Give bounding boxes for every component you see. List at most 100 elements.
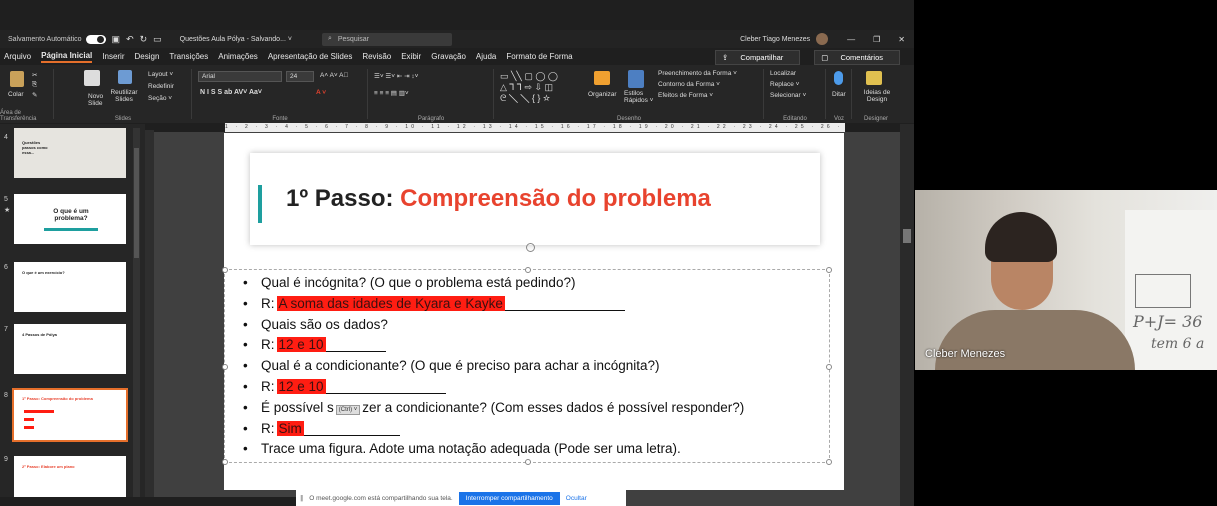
reutilizar-button[interactable]: Reutilizar Slides — [110, 89, 138, 103]
group-label-font: Fonte — [272, 116, 288, 122]
resize-handle[interactable] — [826, 267, 832, 273]
colar-label[interactable]: Colar — [8, 91, 24, 98]
menu-gravacao[interactable]: Gravação — [431, 52, 466, 61]
novo-slide-button[interactable]: Novo Slide — [88, 93, 110, 107]
replace-button[interactable]: Replace ˅ — [770, 81, 799, 88]
format-painter-icon[interactable]: ✎ — [32, 91, 37, 99]
preenchimento-button[interactable]: Preenchimento da Forma ˅ — [658, 70, 737, 77]
slide-title[interactable]: 1º Passo: Compreensão do problema — [286, 185, 711, 213]
resize-handle[interactable] — [525, 459, 531, 465]
shapes-gallery-icon[interactable]: ▭ ╲╲ ▢ ◯ ◯ △ ⅂ ⅂ ⇨ ⇩ ◫ ᘓ ╲ ╲ { } ☆ — [500, 71, 558, 104]
organizar-button[interactable]: Organizar — [588, 91, 617, 98]
paste-options-button[interactable]: (Ctrl) ˅ — [335, 405, 361, 415]
menu-inserir[interactable]: Inserir — [102, 52, 124, 61]
estilos-button[interactable]: Estilos Rápidos ˅ — [624, 90, 656, 104]
menu-ajuda[interactable]: Ajuda — [476, 52, 496, 61]
menu-transicoes[interactable]: Transições — [169, 52, 208, 61]
redo-icon[interactable]: ↻ — [140, 34, 148, 45]
share-icon: ⇪ — [721, 53, 731, 62]
bullets-icon[interactable]: ☰˅ ☰˅ ⇤ ⇥ ↕˅ — [374, 72, 418, 80]
grow-font-icon[interactable]: A˄ A˅ A⃥ — [320, 72, 348, 79]
ideias-design-button[interactable]: Ideias de Design — [860, 89, 894, 103]
thumbnail-slide-4[interactable]: Questões passos como essa... — [14, 128, 126, 178]
user-avatar[interactable] — [816, 33, 829, 45]
cut-icon[interactable]: ✂ — [32, 71, 37, 79]
selected-text-box[interactable]: • Qual é incógnita? (O que o problema est… — [222, 267, 832, 465]
font-name-select[interactable]: Arial — [198, 71, 282, 82]
resize-handle[interactable] — [222, 364, 228, 370]
slide[interactable]: 1º Passo: Compreensão do problema • Qual … — [222, 133, 844, 490]
answer-highlight: A soma das idades de Kyara e Kayke — [276, 296, 505, 311]
menu-apresentacao[interactable]: Apresentação de Slides — [268, 52, 353, 61]
quick-styles-icon[interactable] — [628, 70, 644, 88]
minimize-button[interactable]: — — [847, 35, 855, 44]
menu-revisao[interactable]: Revisão — [362, 52, 391, 61]
search-box[interactable]: ⌕ Pesquisar — [321, 32, 452, 46]
selecionar-button[interactable]: Selecionar ˅ — [770, 92, 806, 99]
maximize-button[interactable]: ❐ — [873, 35, 880, 44]
font-format-icons[interactable]: N I S S ab AV˅ Aa˅ — [200, 89, 262, 96]
reuse-slides-icon[interactable] — [118, 70, 132, 84]
thumb-text: O que é um exercício? — [22, 270, 65, 275]
vertical-ruler — [145, 130, 154, 500]
thumb-number: 4 — [4, 134, 8, 141]
close-button[interactable]: ✕ — [898, 35, 905, 44]
localizar-button[interactable]: Localizar — [770, 70, 796, 77]
efeitos-button[interactable]: Efeitos de Forma ˅ — [658, 92, 713, 99]
whiteboard-text: P+J= 36 — [1133, 312, 1203, 331]
bullet-item: • R: Sim — [243, 418, 400, 436]
undo-icon[interactable]: ↶ — [126, 34, 134, 45]
group-label-slides: Slides — [114, 116, 132, 122]
thumbnail-scrollbar[interactable] — [133, 128, 140, 498]
stop-sharing-button[interactable]: Interromper compartilhamento — [458, 491, 560, 505]
menu-arquivo[interactable]: Arquivo — [4, 52, 31, 61]
ditar-button[interactable]: Ditar — [832, 91, 846, 98]
microphone-icon[interactable] — [834, 71, 843, 85]
answer-highlight: Sim — [276, 421, 304, 436]
present-icon[interactable]: ▭ — [153, 34, 162, 45]
comments-button[interactable]: ▢ Comentários — [814, 50, 900, 65]
search-placeholder: Pesquisar — [337, 35, 369, 43]
slide-scrollbar[interactable] — [900, 124, 914, 506]
thumbnail-slide-8-selected[interactable]: 1º Passo: Compreensão do problema — [12, 388, 128, 442]
new-slide-icon[interactable] — [84, 70, 100, 86]
hide-button[interactable]: Ocultar — [566, 495, 587, 502]
user-name[interactable]: Cleber Tiago Menezes — [740, 36, 810, 43]
thumbnail-slide-6[interactable]: O que é um exercício? — [14, 262, 126, 312]
menu-exibir[interactable]: Exibir — [401, 52, 421, 61]
resize-handle[interactable] — [826, 364, 832, 370]
redefinir-button[interactable]: Redefinir — [148, 83, 174, 90]
font-size-select[interactable]: 24 — [286, 71, 314, 82]
group-voice: Ditar Voz — [826, 65, 852, 123]
layout-button[interactable]: Layout ˅ — [148, 71, 173, 78]
autosave-toggle[interactable] — [85, 34, 106, 44]
copy-icon[interactable]: ⎘ — [32, 81, 37, 89]
thumbnail-slide-7[interactable]: 4 Passos de Pólya — [14, 324, 126, 374]
save-icon[interactable]: ▣ — [112, 34, 121, 45]
resize-handle[interactable] — [222, 459, 228, 465]
paste-icon[interactable] — [10, 71, 24, 87]
design-ideas-icon[interactable] — [866, 71, 882, 85]
secao-button[interactable]: Seção ˅ — [148, 95, 172, 102]
thumb-number: 8 — [4, 392, 8, 399]
font-color-icon[interactable]: A ˅ — [316, 89, 326, 96]
menu-pagina-inicial[interactable]: Página Inicial — [41, 51, 93, 63]
group-slides: Novo Slide Reutilizar Slides Layout ˅ Re… — [54, 65, 192, 123]
thumbnail-slide-5[interactable]: O que é um problema? — [14, 194, 126, 244]
resize-handle[interactable] — [826, 459, 832, 465]
group-label-voice: Voz — [833, 116, 844, 122]
resize-handle[interactable] — [222, 267, 228, 273]
arrange-icon[interactable] — [594, 71, 610, 85]
rotate-handle[interactable] — [526, 243, 535, 252]
group-clipboard: Colar ✂ ⎘ ✎ Área de Transferência — [0, 65, 54, 123]
contorno-button[interactable]: Contorno da Forma ˅ — [658, 81, 720, 88]
bullet-item: • R: 12 e 10 — [243, 376, 446, 394]
menu-animacoes[interactable]: Animações — [218, 52, 258, 61]
share-button[interactable]: ⇪ Compartilhar — [714, 50, 801, 65]
align-icons[interactable]: ≡ ≡ ≡ ▤ ▥˅ — [374, 89, 409, 97]
menu-formato-forma[interactable]: Formato de Forma — [506, 52, 572, 61]
thumb-number: 6 — [4, 264, 8, 271]
document-title[interactable]: Questões Aula Pólya - Salvando... ˅ — [180, 36, 292, 43]
menu-design[interactable]: Design — [135, 52, 160, 61]
thumb-number: 5 — [4, 196, 8, 203]
